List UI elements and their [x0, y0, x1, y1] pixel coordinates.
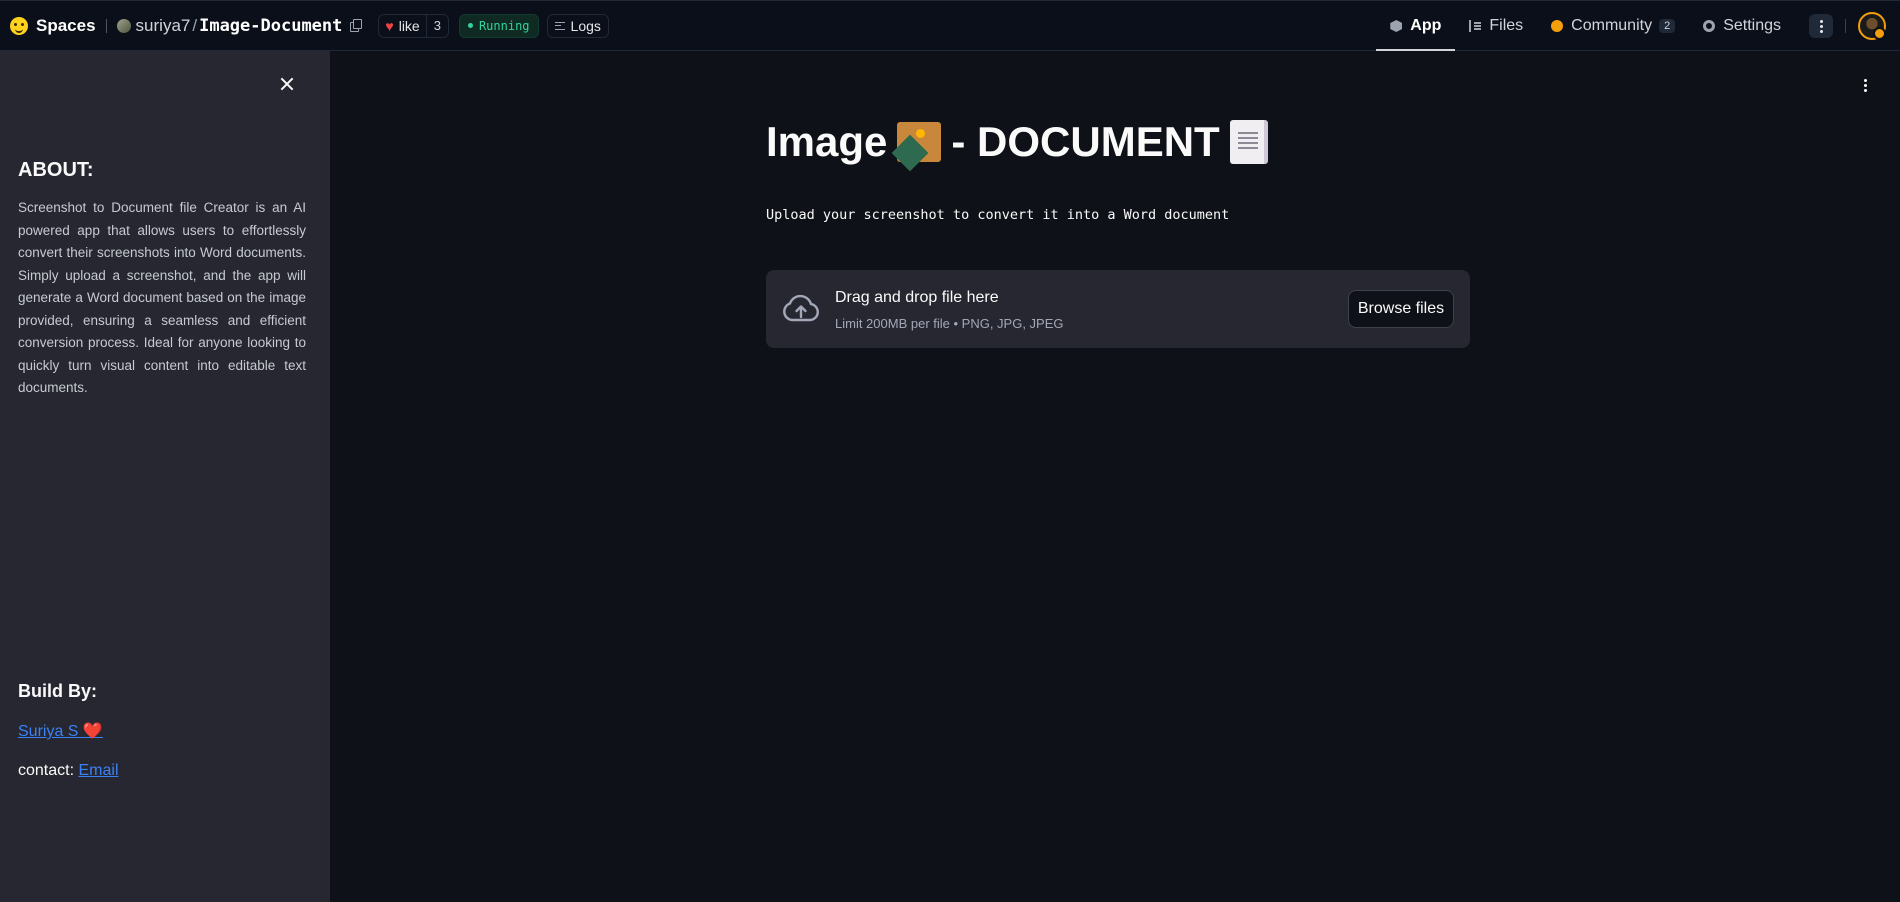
huggingface-logo-icon[interactable]: [10, 16, 28, 35]
contact-label: contact:: [18, 762, 79, 779]
page-subtitle: Upload your screenshot to convert it int…: [766, 207, 1230, 223]
logs-icon: [554, 21, 565, 30]
tab-files[interactable]: Files: [1455, 1, 1537, 51]
email-link[interactable]: Email: [78, 762, 118, 779]
file-uploader-dropzone[interactable]: Drag and drop file here Limit 200MB per …: [766, 270, 1470, 348]
tab-app-label: App: [1410, 17, 1442, 34]
build-by-heading: Build By:: [18, 681, 97, 701]
owner-link[interactable]: suriya7: [136, 16, 191, 36]
copy-icon[interactable]: [350, 18, 364, 33]
user-profile-avatar[interactable]: [1858, 12, 1886, 40]
tab-settings-label: Settings: [1723, 17, 1781, 34]
dot-icon: [1819, 29, 1823, 33]
about-text: Screenshot to Document file Creator is a…: [18, 200, 306, 395]
path-separator: /: [192, 15, 198, 35]
divider: [105, 18, 107, 33]
title-word-image: Image: [766, 118, 888, 165]
dot-icon: [1864, 89, 1867, 92]
tab-files-label: Files: [1489, 17, 1524, 34]
cube-icon: [1390, 20, 1403, 32]
divider: [1845, 19, 1846, 33]
scroll-document-icon: [1229, 120, 1268, 164]
logs-label: Logs: [570, 17, 601, 34]
status-dot-icon: [467, 23, 473, 28]
hf-topbar: Spaces suriya7 / Image-Document ♥ like 3…: [0, 0, 1900, 51]
tab-community-label: Community: [1571, 17, 1653, 34]
sidebar: ABOUT: Screenshot to Document file Creat…: [0, 51, 330, 902]
community-count-badge: 2: [1659, 19, 1676, 33]
heart-icon: ♥: [385, 17, 394, 34]
dropzone-limit: Limit 200MB per file • PNG, JPG, JPEG: [835, 316, 1064, 331]
logs-button[interactable]: Logs: [546, 13, 609, 38]
like-count[interactable]: 3: [425, 14, 448, 37]
browse-files-button[interactable]: Browse files: [1348, 290, 1454, 328]
dropzone-title: Drag and drop file here: [835, 289, 999, 306]
page-title: Image - DOCUMENT: [766, 118, 1268, 166]
main-menu-button[interactable]: [1864, 79, 1867, 92]
tab-app[interactable]: App: [1376, 1, 1456, 51]
author-link[interactable]: Suriya S ❤️: [18, 721, 103, 741]
dot-icon: [1819, 24, 1823, 28]
contact-line: contact: Email: [18, 762, 119, 780]
more-options-button[interactable]: [1809, 14, 1833, 38]
dot-icon: [1864, 79, 1867, 82]
tab-settings[interactable]: Settings: [1689, 1, 1795, 51]
cloud-upload-icon: [783, 294, 819, 322]
gear-icon: [1703, 20, 1716, 32]
author-name: Suriya S: [18, 723, 79, 740]
framed-picture-icon: [897, 122, 942, 162]
spaces-link[interactable]: Spaces: [36, 16, 96, 36]
close-sidebar-icon[interactable]: [278, 75, 296, 93]
red-heart-icon: ❤️: [82, 723, 103, 740]
like-label: like: [398, 17, 420, 34]
community-icon: [1551, 20, 1564, 32]
status-badge[interactable]: Running: [458, 13, 539, 38]
like-group: ♥ like 3: [378, 13, 449, 38]
status-label: Running: [478, 18, 530, 33]
files-icon: [1469, 20, 1482, 32]
owner-avatar: [116, 18, 131, 33]
dot-icon: [1864, 84, 1867, 87]
repo-name-link[interactable]: Image-Document: [199, 16, 342, 36]
dot-icon: [1819, 19, 1823, 23]
tab-community[interactable]: Community 2: [1537, 1, 1689, 51]
about-heading: ABOUT:: [18, 159, 94, 181]
like-button[interactable]: ♥ like: [379, 15, 425, 37]
title-word-document: - DOCUMENT: [951, 118, 1220, 165]
